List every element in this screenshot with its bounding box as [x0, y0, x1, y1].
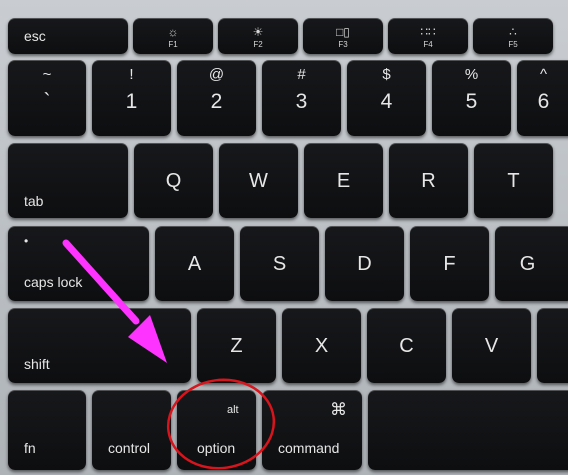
key-4-shift-label: $	[382, 66, 391, 83]
key-t[interactable]: T	[474, 143, 553, 218]
key-1-label: 1	[125, 90, 138, 113]
mission-control-icon: □▯	[336, 25, 350, 39]
key-c[interactable]: C	[367, 308, 446, 383]
key-w[interactable]: W	[219, 143, 298, 218]
esc-label: esc	[24, 28, 46, 44]
key-r[interactable]: R	[389, 143, 468, 218]
key-5-label: 5	[465, 90, 478, 113]
command-label: command	[278, 440, 340, 456]
option-label: option	[197, 440, 236, 456]
key-s-label: S	[272, 253, 287, 275]
shift-key[interactable]: shift	[8, 308, 191, 383]
caps-lock-indicator: •	[24, 234, 29, 248]
esc-key[interactable]: esc	[8, 18, 128, 54]
key-4-label: 4	[380, 90, 393, 113]
space-bar[interactable]	[368, 390, 568, 470]
f4-label: F4	[423, 40, 433, 49]
f5-key[interactable]: ∴ F5	[473, 18, 553, 54]
key-z[interactable]: Z	[197, 308, 276, 383]
command-key[interactable]: ⌘ command	[262, 390, 362, 470]
key-6-shift-label: ^	[539, 66, 548, 83]
key-3-label: 3	[295, 90, 308, 113]
f3-label: F3	[338, 40, 348, 49]
backtick-label: `	[43, 90, 51, 113]
tab-key[interactable]: tab	[8, 143, 128, 218]
key-3-shift-label: #	[297, 66, 306, 83]
caps-lock-key[interactable]: • caps lock	[8, 226, 149, 301]
key-4[interactable]: $ 4	[347, 60, 426, 136]
keyboard-light-down-icon: ∴	[509, 25, 517, 39]
caps-lock-label: caps lock	[24, 274, 83, 290]
key-g-label: G	[519, 253, 536, 275]
f4-key[interactable]: ∷∷ F4	[388, 18, 468, 54]
key-d[interactable]: D	[325, 226, 404, 301]
key-1[interactable]: ! 1	[92, 60, 171, 136]
key-b[interactable]	[537, 308, 568, 383]
control-label: control	[108, 440, 151, 456]
f3-key[interactable]: □▯ F3	[303, 18, 383, 54]
key-e[interactable]: E	[304, 143, 383, 218]
launchpad-icon: ∷∷	[420, 25, 436, 39]
tilde-label: ~	[42, 66, 52, 83]
tab-label: tab	[24, 193, 44, 209]
f1-key[interactable]: ☼ F1	[133, 18, 213, 54]
key-s[interactable]: S	[240, 226, 319, 301]
control-key[interactable]: control	[92, 390, 171, 470]
key-5[interactable]: % 5	[432, 60, 511, 136]
alt-label: alt	[227, 404, 239, 416]
key-t-label: T	[507, 170, 520, 192]
option-key[interactable]: alt option	[177, 390, 256, 470]
brightness-up-icon: ☀	[252, 25, 264, 39]
f1-label: F1	[168, 40, 178, 49]
fn-label: fn	[24, 440, 36, 456]
key-x[interactable]: X	[282, 308, 361, 383]
key-2[interactable]: @ 2	[177, 60, 256, 136]
key-6[interactable]: ^ 6	[517, 60, 568, 136]
key-v-label: V	[484, 335, 499, 357]
fn-key[interactable]: fn	[8, 390, 86, 470]
key-v[interactable]: V	[452, 308, 531, 383]
brightness-down-icon: ☼	[167, 25, 179, 39]
key-q-label: Q	[165, 170, 182, 192]
backtick-key[interactable]: ~ `	[8, 60, 86, 136]
key-q[interactable]: Q	[134, 143, 213, 218]
key-1-shift-label: !	[129, 66, 134, 83]
key-a[interactable]: A	[155, 226, 234, 301]
f2-key[interactable]: ☀ F2	[218, 18, 298, 54]
key-z-label: Z	[230, 335, 243, 357]
key-6-label: 6	[537, 90, 550, 113]
key-r-label: R	[421, 170, 436, 192]
keyboard: esc ☼ F1 ☀ F2 □▯ F3 ∷∷ F4 ∴ F5 ~ ` ! 1 @…	[0, 0, 568, 475]
key-f-label: F	[443, 253, 456, 275]
f5-label: F5	[508, 40, 518, 49]
key-2-label: 2	[210, 90, 223, 113]
key-x-label: X	[314, 335, 329, 357]
f2-label: F2	[253, 40, 263, 49]
key-c-label: C	[399, 335, 414, 357]
command-symbol-icon: ⌘	[330, 400, 347, 419]
key-5-shift-label: %	[464, 66, 479, 83]
key-3[interactable]: # 3	[262, 60, 341, 136]
shift-label: shift	[24, 356, 50, 372]
key-2-shift-label: @	[208, 66, 225, 83]
key-d-label: D	[357, 253, 372, 275]
key-g[interactable]: G	[495, 226, 568, 301]
key-f[interactable]: F	[410, 226, 489, 301]
key-w-label: W	[249, 170, 268, 192]
key-e-label: E	[336, 170, 351, 192]
key-a-label: A	[187, 253, 202, 275]
